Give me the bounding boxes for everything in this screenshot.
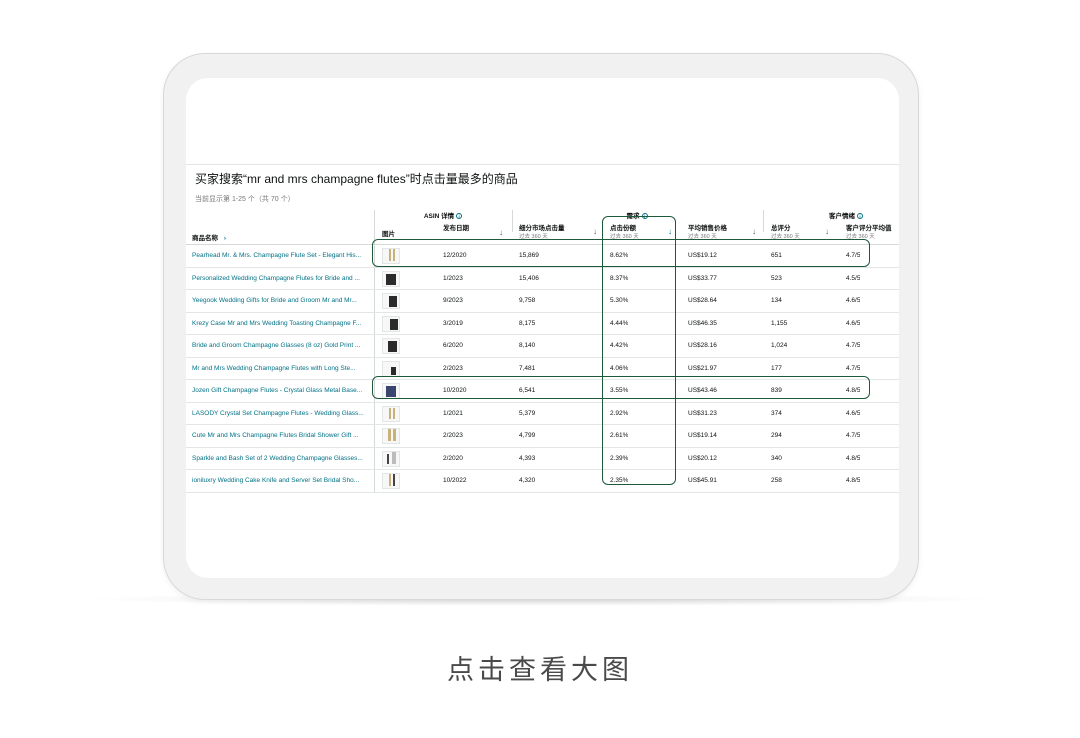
niche-clicks: 15,406	[519, 274, 539, 282]
result-count: 当前显示第 1-25 个（共 70 个）	[195, 196, 295, 203]
avg-price: US$20.12	[688, 454, 717, 462]
niche-clicks: 4,393	[519, 454, 536, 462]
avg-price: US$31.23	[688, 409, 717, 417]
info-icon[interactable]: i	[857, 213, 863, 220]
release-date: 2/2020	[443, 454, 463, 462]
column-avg-label: 客户评分平均值	[846, 225, 892, 232]
column-name-label: 商品名称	[192, 235, 218, 242]
product-name-link[interactable]: Cute Mr and Mrs Champagne Flutes Bridal …	[192, 425, 370, 447]
niche-clicks: 4,799	[519, 432, 536, 439]
product-image[interactable]	[382, 405, 400, 422]
avg-rating: 4.8/5	[846, 454, 861, 462]
product-name-link[interactable]: LASODY Crystal Set Champagne Flutes - We…	[192, 403, 370, 425]
avg-price: US$45.91	[688, 477, 717, 484]
table-row[interactable]: LASODY Crystal Set Champagne Flutes - We…	[186, 403, 899, 425]
product-name-link[interactable]: Sparkle and Bash Set of 2 Wedding Champa…	[192, 448, 370, 470]
table-row[interactable]: Yeegook Wedding Gifts for Bride and Groo…	[186, 290, 899, 313]
total-ratings: 1,155	[771, 319, 788, 327]
tablet-frame: 买家搜索“mr and mrs champagne flutes”时点击量最多的…	[163, 53, 919, 600]
product-name-link[interactable]: Pearhead Mr. & Mrs. Champagne Flute Set …	[192, 245, 370, 267]
avg-price: US$28.64	[688, 297, 717, 304]
product-name-link[interactable]: ioniluxry Wedding Cake Knife and Server …	[192, 470, 370, 492]
product-name-link[interactable]: Krezy Case Mr and Mrs Wedding Toasting C…	[192, 313, 370, 335]
table-row[interactable]: Krezy Case Mr and Mrs Wedding Toasting C…	[186, 313, 899, 335]
total-ratings: 134	[771, 297, 782, 304]
product-image[interactable]	[382, 473, 400, 489]
column-ratings-label: 总评分	[771, 225, 791, 232]
total-ratings: 523	[771, 274, 782, 282]
total-ratings: 1,024	[771, 342, 788, 349]
view-larger-caption[interactable]: 点击查看大图	[0, 648, 1080, 687]
table-row[interactable]: Cute Mr and Mrs Champagne Flutes Bridal …	[186, 425, 899, 448]
sort-arrow-icon[interactable]: ↓	[752, 227, 756, 236]
info-icon[interactable]: i	[456, 213, 463, 220]
column-image-label: 图片	[382, 231, 395, 238]
column-divider	[512, 210, 513, 232]
product-image[interactable]	[382, 315, 400, 332]
total-ratings: 258	[771, 477, 782, 484]
total-ratings: 340	[771, 454, 782, 462]
table-row[interactable]: Bride and Groom Champagne Glasses (8 oz)…	[186, 335, 899, 358]
product-name-link[interactable]: Jozen Gift Champagne Flutes - Crystal Gl…	[192, 380, 370, 402]
table-row[interactable]: Sparkle and Bash Set of 2 Wedding Champa…	[186, 448, 899, 470]
release-date: 9/2023	[443, 297, 463, 304]
niche-clicks: 4,320	[519, 477, 536, 484]
avg-rating: 4.5/5	[846, 274, 861, 282]
group-asin-label: ASIN 详情	[423, 213, 455, 220]
total-ratings: 294	[771, 432, 782, 439]
group-sentiment: 客户情绪 i	[806, 210, 886, 220]
product-image[interactable]	[382, 360, 400, 377]
avg-rating: 4.7/5	[846, 432, 861, 439]
product-image[interactable]	[382, 270, 400, 287]
product-name-link[interactable]: Personalized Wedding Champagne Flutes fo…	[192, 268, 370, 290]
avg-rating: 4.6/5	[846, 409, 861, 417]
avg-price: US$46.35	[688, 319, 717, 327]
column-divider	[763, 210, 764, 232]
release-date: 10/2022	[443, 477, 467, 484]
group-asin-details: ASIN 详情 i	[374, 210, 512, 220]
niche-clicks: 8,140	[519, 342, 536, 349]
niche-clicks: 9,758	[519, 297, 536, 304]
chevron-right-icon: ›	[223, 235, 226, 242]
product-name-link[interactable]: Mr and Mrs Wedding Champagne Flutes with…	[192, 358, 370, 380]
release-date: 3/2019	[443, 319, 463, 327]
avg-price: US$28.16	[688, 342, 717, 349]
release-date: 1/2021	[443, 409, 463, 417]
avg-rating: 4.6/5	[846, 319, 861, 327]
avg-rating: 4.7/5	[846, 342, 861, 349]
product-name-link[interactable]: Yeegook Wedding Gifts for Bride and Groo…	[192, 290, 370, 312]
niche-clicks: 8,175	[519, 319, 536, 327]
total-ratings: 374	[771, 409, 782, 417]
table-row[interactable]: ioniluxry Wedding Cake Knife and Server …	[186, 470, 899, 493]
column-date-label: 发布日期	[443, 225, 469, 232]
sort-arrow-icon[interactable]: ↓	[593, 227, 597, 236]
avg-price: US$19.14	[688, 432, 717, 439]
sort-arrow-icon[interactable]: ↓	[825, 227, 829, 236]
row-highlight	[372, 376, 870, 399]
avg-price: US$33.77	[688, 274, 717, 282]
column-clicks-label: 细分市场点击量	[519, 225, 565, 232]
release-date: 2/2023	[443, 432, 463, 439]
product-image[interactable]	[382, 428, 400, 444]
divider	[186, 164, 899, 165]
release-date: 1/2023	[443, 274, 463, 282]
tablet-screen: 买家搜索“mr and mrs champagne flutes”时点击量最多的…	[186, 78, 899, 578]
group-sentiment-label: 客户情绪	[829, 213, 855, 220]
row-highlight	[372, 239, 870, 267]
product-image[interactable]	[382, 338, 400, 354]
report-title: 买家搜索“mr and mrs champagne flutes”时点击量最多的…	[195, 172, 518, 186]
column-price-label: 平均销售价格	[688, 225, 727, 232]
product-image[interactable]	[382, 293, 400, 309]
product-name-link[interactable]: Bride and Groom Champagne Glasses (8 oz)…	[192, 335, 370, 357]
sort-arrow-icon[interactable]: ↓	[499, 228, 503, 237]
niche-clicks: 5,379	[519, 409, 536, 417]
product-image[interactable]	[382, 450, 400, 467]
avg-rating: 4.8/5	[846, 477, 861, 484]
release-date: 6/2020	[443, 342, 463, 349]
avg-rating: 4.6/5	[846, 297, 861, 304]
table-row[interactable]: Personalized Wedding Champagne Flutes fo…	[186, 268, 899, 290]
